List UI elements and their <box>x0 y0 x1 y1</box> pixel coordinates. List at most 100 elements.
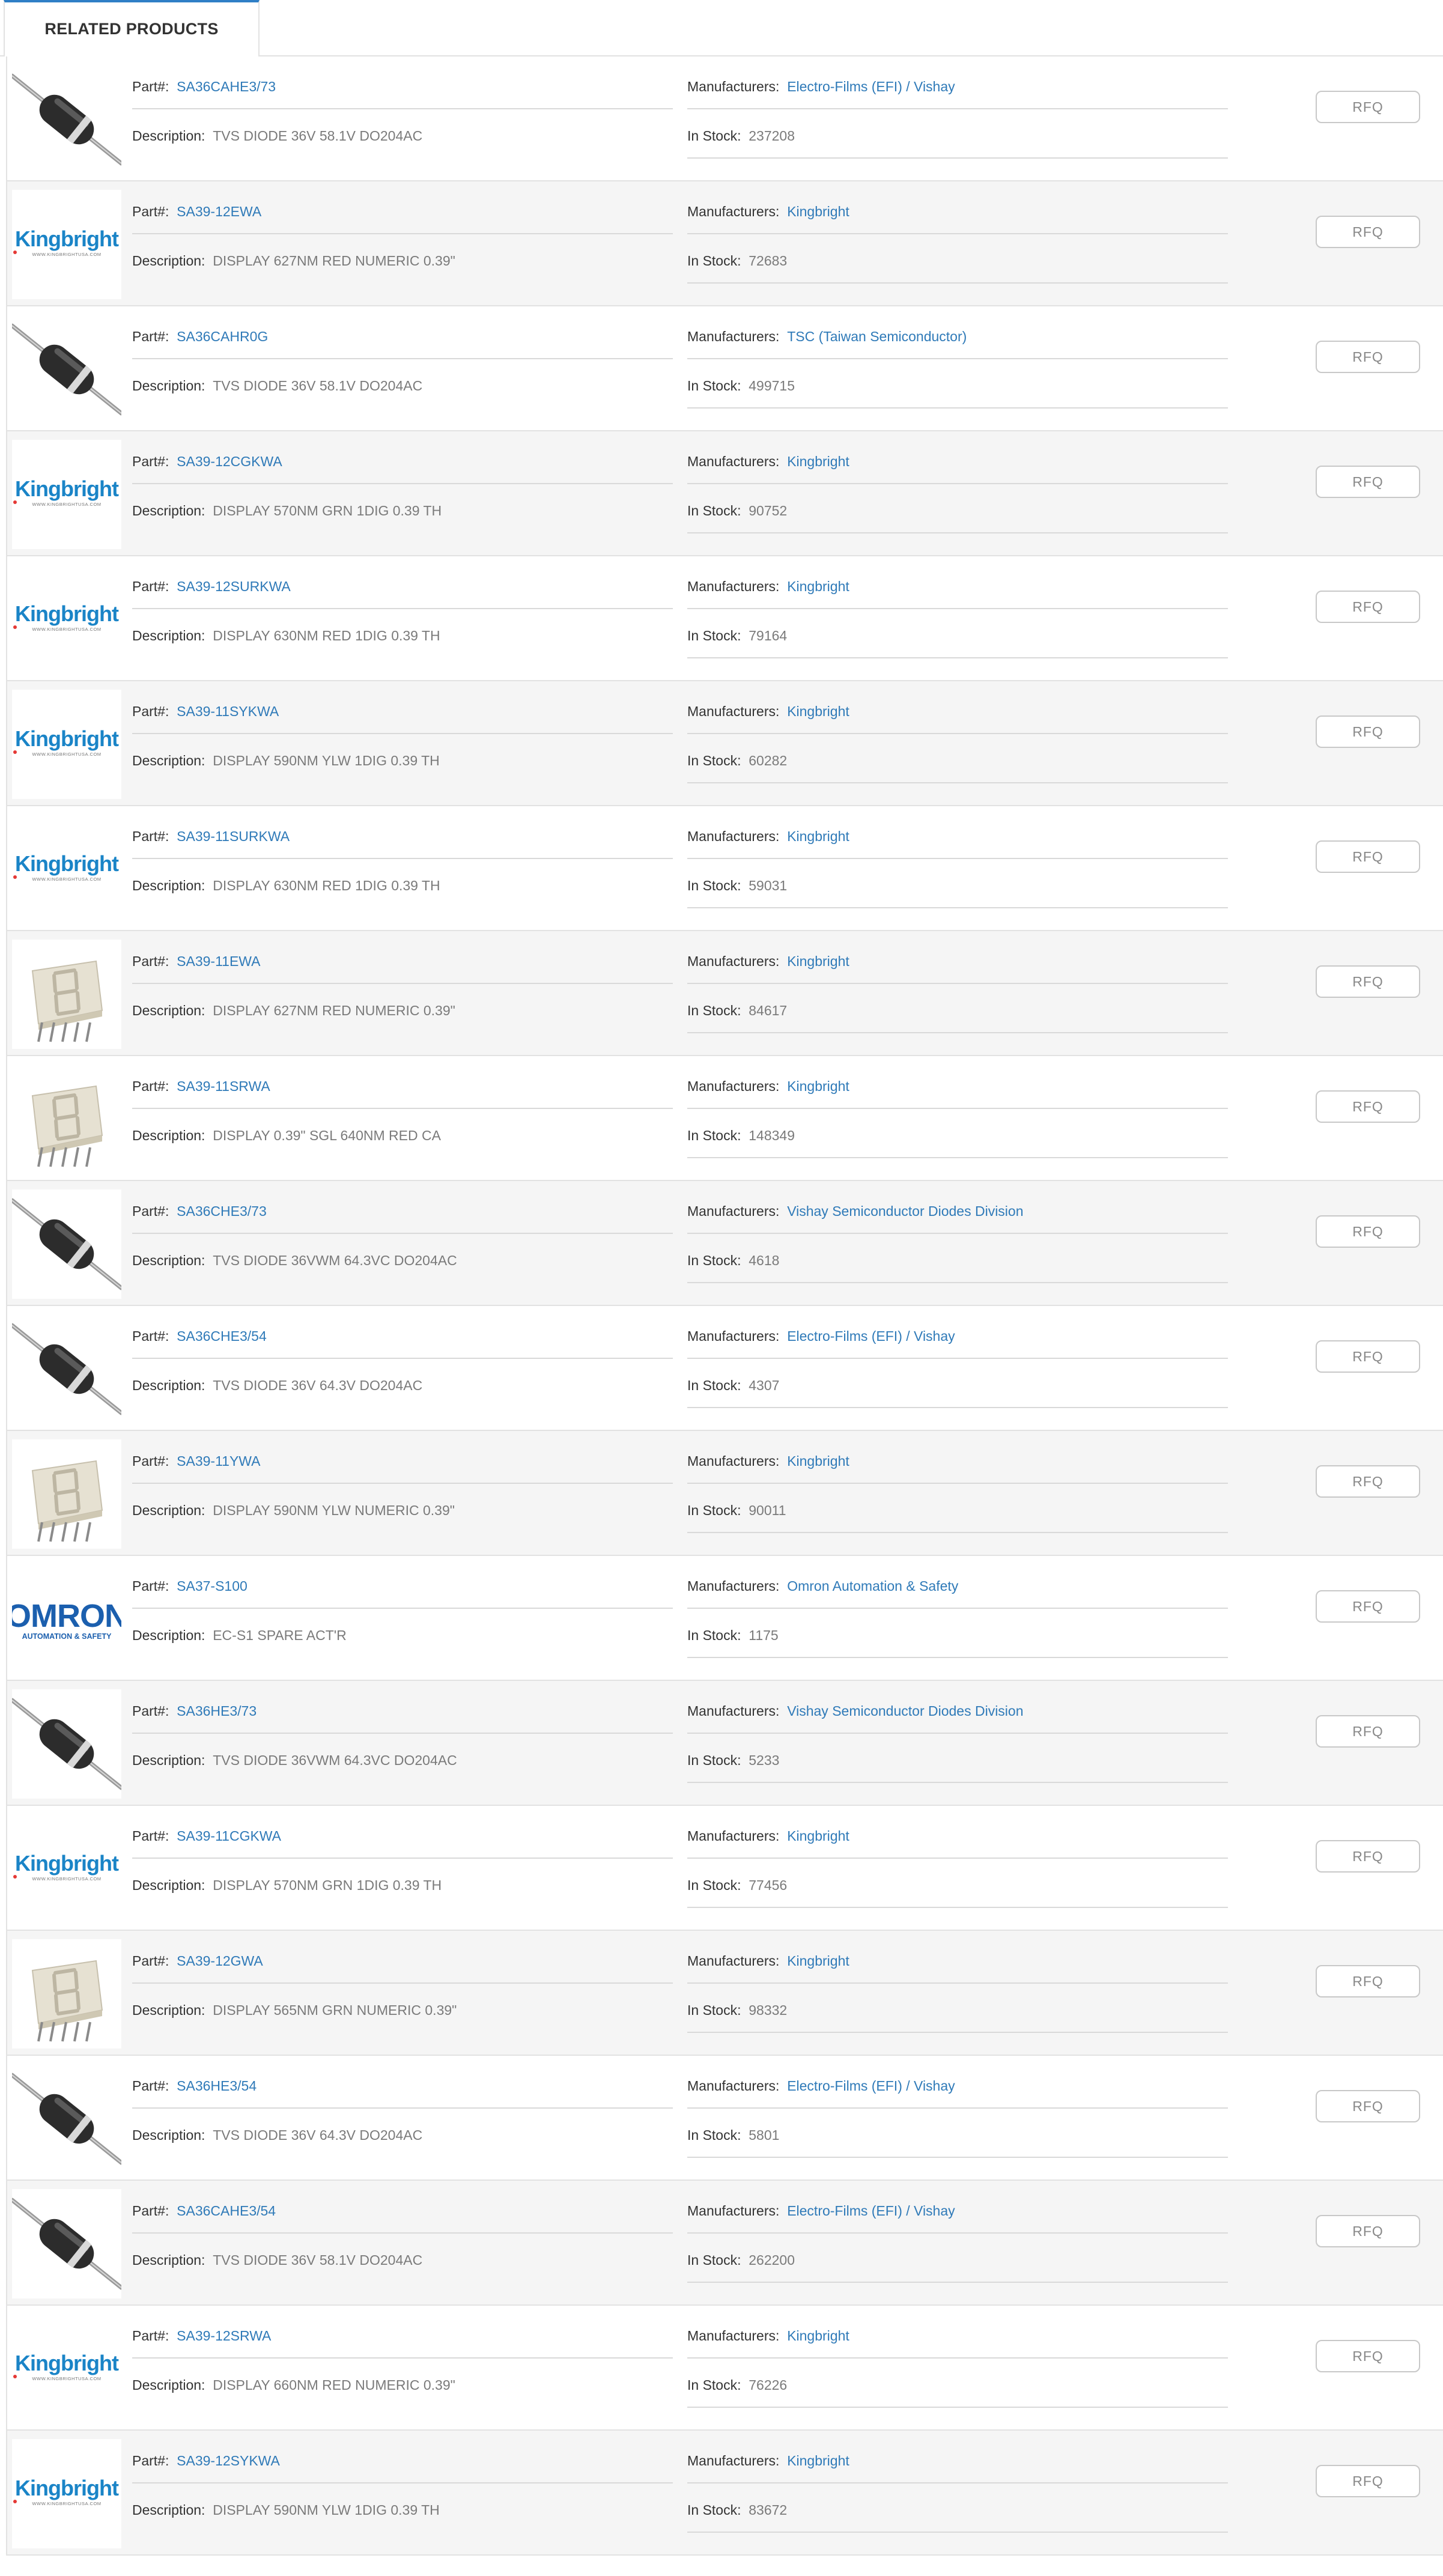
manufacturer-link[interactable]: Kingbright <box>787 1078 849 1094</box>
product-image[interactable] <box>12 65 121 174</box>
manufacturer-link[interactable]: Kingbright <box>787 1953 849 1969</box>
manufacturer-label: Manufacturers: <box>687 1703 780 1719</box>
part-number-link[interactable]: SA36CAHR0G <box>177 329 268 344</box>
rfq-button[interactable]: RFQ <box>1316 1340 1420 1373</box>
part-label: Part#: <box>132 1453 169 1469</box>
product-image[interactable] <box>12 1065 121 1174</box>
rfq-button[interactable]: RFQ <box>1316 1215 1420 1248</box>
part-number-link[interactable]: SA39-12EWA <box>177 204 261 219</box>
rfq-button[interactable]: RFQ <box>1316 2340 1420 2372</box>
manufacturer-label: Manufacturers: <box>687 2453 780 2468</box>
product-image[interactable]: Kingbright WWW.KINGBRIGHTUSA.COM <box>12 440 121 549</box>
product-image[interactable]: OMRON AUTOMATION & SAFETY <box>12 1564 121 1674</box>
part-number-link[interactable]: SA36HE3/54 <box>177 2078 257 2094</box>
part-number-link[interactable]: SA39-11SYKWA <box>177 703 279 719</box>
product-image[interactable] <box>12 1439 121 1549</box>
manufacturer-link[interactable]: Kingbright <box>787 703 849 719</box>
part-number-link[interactable]: SA39-12GWA <box>177 1953 263 1969</box>
svg-text:Kingbright: Kingbright <box>15 851 119 876</box>
manufacturer-link[interactable]: Kingbright <box>787 454 849 469</box>
part-number-link[interactable]: SA36CHE3/73 <box>177 1203 267 1219</box>
manufacturer-link[interactable]: Vishay Semiconductor Diodes Division <box>787 1203 1023 1219</box>
rfq-button[interactable]: RFQ <box>1316 2465 1420 2497</box>
part-number-link[interactable]: SA37-S100 <box>177 1578 248 1594</box>
product-image[interactable]: Kingbright WWW.KINGBRIGHTUSA.COM <box>12 565 121 674</box>
product-image[interactable] <box>12 1189 121 1299</box>
product-image[interactable] <box>12 315 121 424</box>
rfq-button[interactable]: RFQ <box>1316 1965 1420 1997</box>
rfq-button[interactable]: RFQ <box>1316 341 1420 373</box>
description-value: TVS DIODE 36V 64.3V DO204AC <box>213 2127 423 2143</box>
manufacturer-label: Manufacturers: <box>687 329 780 344</box>
manufacturer-link[interactable]: Omron Automation & Safety <box>787 1578 958 1594</box>
part-number-link[interactable]: SA36HE3/73 <box>177 1703 257 1719</box>
product-image[interactable] <box>12 2189 121 2298</box>
manufacturer-link[interactable]: TSC (Taiwan Semiconductor) <box>787 329 967 344</box>
manufacturer-link[interactable]: Kingbright <box>787 204 849 219</box>
part-number-link[interactable]: SA39-11EWA <box>177 953 260 969</box>
part-number-link[interactable]: SA39-12SURKWA <box>177 579 291 594</box>
manufacturer-link[interactable]: Electro-Films (EFI) / Vishay <box>787 79 955 94</box>
manufacturer-link[interactable]: Electro-Films (EFI) / Vishay <box>787 2203 955 2219</box>
stock-value: 1175 <box>749 1627 779 1643</box>
divider <box>132 1233 673 1234</box>
manufacturer-link[interactable]: Kingbright <box>787 2453 849 2468</box>
rfq-button[interactable]: RFQ <box>1316 591 1420 623</box>
product-image[interactable]: Kingbright WWW.KINGBRIGHTUSA.COM <box>12 2314 121 2423</box>
manufacturer-link[interactable]: Kingbright <box>787 579 849 594</box>
rfq-button[interactable]: RFQ <box>1316 216 1420 248</box>
part-number-link[interactable]: SA39-11SURKWA <box>177 828 290 844</box>
product-image[interactable] <box>12 1314 121 1424</box>
manufacturer-link[interactable]: Kingbright <box>787 828 849 844</box>
rfq-button[interactable]: RFQ <box>1316 466 1420 498</box>
rfq-button[interactable]: RFQ <box>1316 1090 1420 1123</box>
tab-related-products[interactable]: RELATED PRODUCTS <box>4 0 260 55</box>
manufacturer-label: Manufacturers: <box>687 1078 780 1094</box>
diode-icon <box>12 323 121 416</box>
rfq-button[interactable]: RFQ <box>1316 1840 1420 1873</box>
product-image[interactable]: Kingbright WWW.KINGBRIGHTUSA.COM <box>12 1814 121 1924</box>
rfq-button[interactable]: RFQ <box>1316 2090 1420 2122</box>
part-number-link[interactable]: SA39-11YWA <box>177 1453 260 1469</box>
manufacturer-link[interactable]: Kingbright <box>787 1453 849 1469</box>
rfq-button[interactable]: RFQ <box>1316 965 1420 998</box>
part-number-link[interactable]: SA36CHE3/54 <box>177 1328 267 1344</box>
product-image[interactable]: Kingbright WWW.KINGBRIGHTUSA.COM <box>12 2439 121 2548</box>
manufacturer-link[interactable]: Kingbright <box>787 1828 849 1844</box>
rfq-button[interactable]: RFQ <box>1316 1465 1420 1498</box>
part-number-field: Part#: SA39-12GWA <box>132 1953 263 1969</box>
rfq-button[interactable]: RFQ <box>1316 1715 1420 1748</box>
part-number-link[interactable]: SA39-11CGKWA <box>177 1828 281 1844</box>
description-value: TVS DIODE 36V 58.1V DO204AC <box>213 378 423 393</box>
manufacturer-link[interactable]: Vishay Semiconductor Diodes Division <box>787 1703 1023 1719</box>
product-image[interactable] <box>12 1939 121 2049</box>
part-number-link[interactable]: SA36CAHE3/54 <box>177 2203 276 2219</box>
stock-value: 59031 <box>749 878 788 893</box>
stock-value: 5801 <box>749 2127 780 2143</box>
product-image[interactable]: Kingbright WWW.KINGBRIGHTUSA.COM <box>12 690 121 799</box>
rfq-button[interactable]: RFQ <box>1316 91 1420 123</box>
rfq-button[interactable]: RFQ <box>1316 715 1420 748</box>
svg-text:WWW.KINGBRIGHTUSA.COM: WWW.KINGBRIGHTUSA.COM <box>32 502 101 507</box>
product-image[interactable] <box>12 2064 121 2174</box>
rfq-button[interactable]: RFQ <box>1316 840 1420 873</box>
part-number-link[interactable]: SA39-12CGKWA <box>177 454 282 469</box>
product-image[interactable]: Kingbright WWW.KINGBRIGHTUSA.COM <box>12 190 121 299</box>
rfq-button[interactable]: RFQ <box>1316 2215 1420 2247</box>
product-image[interactable]: Kingbright WWW.KINGBRIGHTUSA.COM <box>12 815 121 924</box>
manufacturer-link[interactable]: Kingbright <box>787 2328 849 2344</box>
product-image[interactable] <box>12 940 121 1049</box>
rfq-button[interactable]: RFQ <box>1316 1590 1420 1623</box>
divider <box>687 1157 1228 1158</box>
product-image[interactable] <box>12 1689 121 1799</box>
part-number-link[interactable]: SA39-12SYKWA <box>177 2453 280 2468</box>
manufacturer-link[interactable]: Electro-Films (EFI) / Vishay <box>787 1328 955 1344</box>
product-row: Kingbright WWW.KINGBRIGHTUSA.COM Part#: S… <box>7 2306 1443 2431</box>
part-number-link[interactable]: SA36CAHE3/73 <box>177 79 276 94</box>
stock-field: In Stock: 148349 <box>687 1128 795 1144</box>
manufacturer-link[interactable]: Kingbright <box>787 953 849 969</box>
part-number-link[interactable]: SA39-11SRWA <box>177 1078 270 1094</box>
manufacturer-link[interactable]: Electro-Films (EFI) / Vishay <box>787 2078 955 2094</box>
part-number-field: Part#: SA39-11SYKWA <box>132 703 279 720</box>
part-number-link[interactable]: SA39-12SRWA <box>177 2328 271 2344</box>
